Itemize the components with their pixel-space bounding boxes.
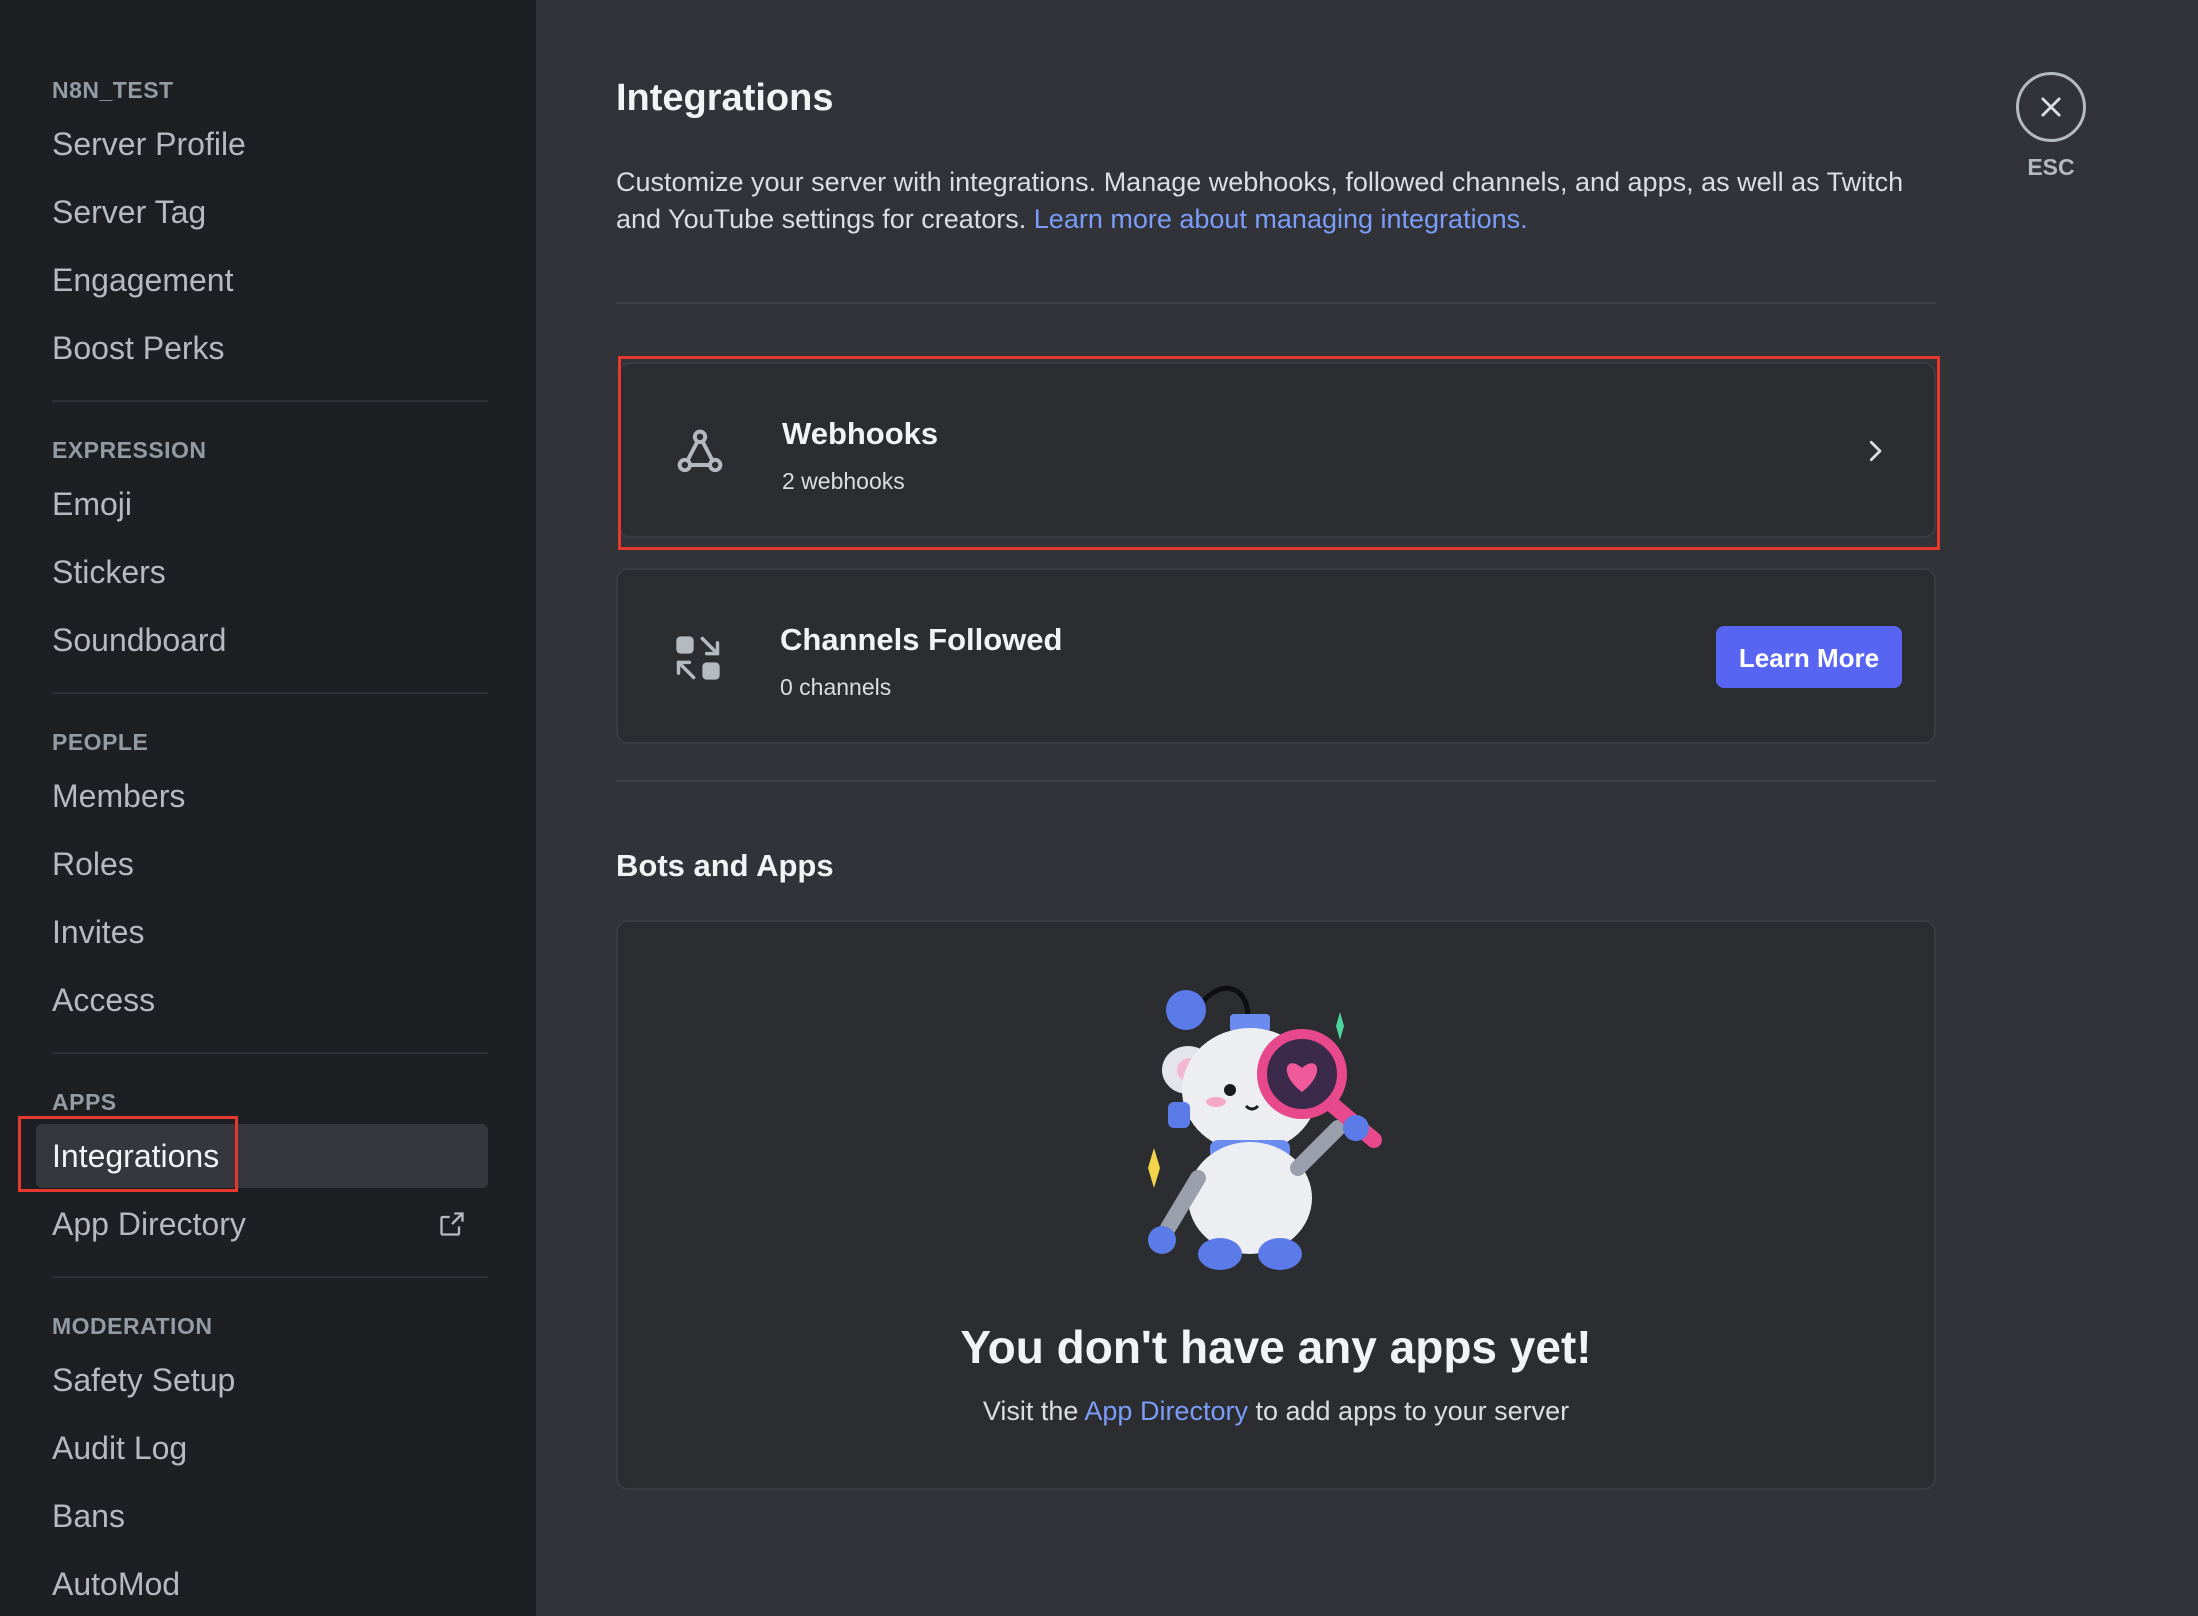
sidebar-item-invites[interactable]: Invites bbox=[36, 900, 488, 964]
sidebar-header-server: N8N_TEST bbox=[52, 77, 174, 103]
sidebar-item-boost-perks[interactable]: Boost Perks bbox=[36, 316, 488, 380]
learn-more-button[interactable]: Learn More bbox=[1716, 626, 1902, 688]
channels-followed-title: Channels Followed bbox=[780, 622, 1063, 657]
sidebar-divider bbox=[52, 692, 488, 694]
webhooks-title: Webhooks bbox=[782, 416, 939, 451]
sidebar-item-roles[interactable]: Roles bbox=[36, 832, 488, 896]
sidebar-content: N8N_TEST Server Profile Server Tag Engag… bbox=[18, 72, 508, 1616]
close-button[interactable] bbox=[2016, 72, 2086, 142]
sidebar-header-apps: APPS bbox=[52, 1089, 117, 1115]
sidebar-divider bbox=[52, 1276, 488, 1278]
webhook-icon bbox=[677, 429, 723, 473]
external-link-icon bbox=[440, 1212, 464, 1236]
sidebar-item-access[interactable]: Access bbox=[36, 968, 488, 1032]
settings-sidebar: N8N_TEST Server Profile Server Tag Engag… bbox=[0, 0, 536, 1616]
sidebar-item-emoji[interactable]: Emoji bbox=[36, 472, 488, 536]
sidebar-item-app-directory[interactable]: App Directory bbox=[36, 1192, 488, 1256]
robot-mascot-illustration bbox=[1148, 985, 1382, 1270]
sidebar-item-server-tag[interactable]: Server Tag bbox=[36, 180, 488, 244]
close-icon bbox=[2041, 97, 2061, 117]
close-control: ESC bbox=[2014, 72, 2088, 181]
sidebar-header-people: PEOPLE bbox=[52, 729, 149, 755]
empty-state-suffix: to add apps to your server bbox=[1255, 1396, 1570, 1426]
empty-state-subtitle: Visit the App Directory to add apps to y… bbox=[618, 1396, 1934, 1427]
sidebar-item-engagement[interactable]: Engagement bbox=[36, 248, 488, 312]
channels-followed-count: 0 channels bbox=[780, 674, 892, 700]
sidebar-header-moderation: MODERATION bbox=[52, 1313, 213, 1339]
settings-window: N8N_TEST Server Profile Server Tag Engag… bbox=[0, 0, 2198, 1616]
sidebar-item-audit-log[interactable]: Audit Log bbox=[36, 1416, 488, 1480]
sidebar-item-label: App Directory bbox=[52, 1206, 246, 1242]
webhooks-count: 2 webhooks bbox=[782, 468, 905, 494]
settings-main: Integrations Customize your server with … bbox=[536, 0, 2198, 1616]
empty-state-prefix: Visit the bbox=[982, 1396, 1079, 1426]
esc-label: ESC bbox=[2027, 154, 2075, 180]
sidebar-item-bans[interactable]: Bans bbox=[36, 1484, 488, 1548]
sidebar-item-soundboard[interactable]: Soundboard bbox=[36, 608, 488, 672]
sidebar-item-automod[interactable]: AutoMod bbox=[36, 1552, 488, 1616]
bots-and-apps-title: Bots and Apps bbox=[616, 848, 834, 883]
channels-followed-card: Channels Followed 0 channels Learn More bbox=[616, 568, 1936, 744]
page-description: Customize your server with integrations.… bbox=[616, 164, 1936, 238]
chevron-right-icon bbox=[1869, 440, 1882, 462]
app-directory-link[interactable]: App Directory bbox=[1084, 1396, 1248, 1426]
integrations-content: Integrations Customize your server with … bbox=[616, 72, 1940, 1490]
learn-more-integrations-link[interactable]: Learn more about managing integrations. bbox=[1034, 204, 1528, 234]
sidebar-item-server-profile[interactable]: Server Profile bbox=[36, 112, 488, 176]
page-title: Integrations bbox=[616, 77, 834, 119]
section-divider bbox=[616, 302, 1936, 304]
sidebar-item-label: Integrations bbox=[52, 1138, 220, 1174]
sidebar-item-stickers[interactable]: Stickers bbox=[36, 540, 488, 604]
sidebar-item-members[interactable]: Members bbox=[36, 764, 488, 828]
webhooks-highlight-box bbox=[618, 356, 1940, 550]
webhooks-card[interactable]: Webhooks 2 webhooks bbox=[618, 356, 1940, 550]
bots-empty-state: You don't have any apps yet! Visit the A… bbox=[616, 920, 1936, 1490]
sidebar-divider bbox=[52, 1052, 488, 1054]
sidebar-item-integrations[interactable]: Integrations bbox=[18, 1116, 488, 1192]
empty-state-title: You don't have any apps yet! bbox=[960, 1321, 1592, 1373]
channels-followed-icon bbox=[676, 636, 720, 680]
sidebar-header-expression: EXPRESSION bbox=[52, 437, 207, 463]
sidebar-item-safety-setup[interactable]: Safety Setup bbox=[36, 1348, 488, 1412]
sidebar-divider bbox=[52, 400, 488, 402]
section-divider bbox=[616, 780, 1936, 782]
